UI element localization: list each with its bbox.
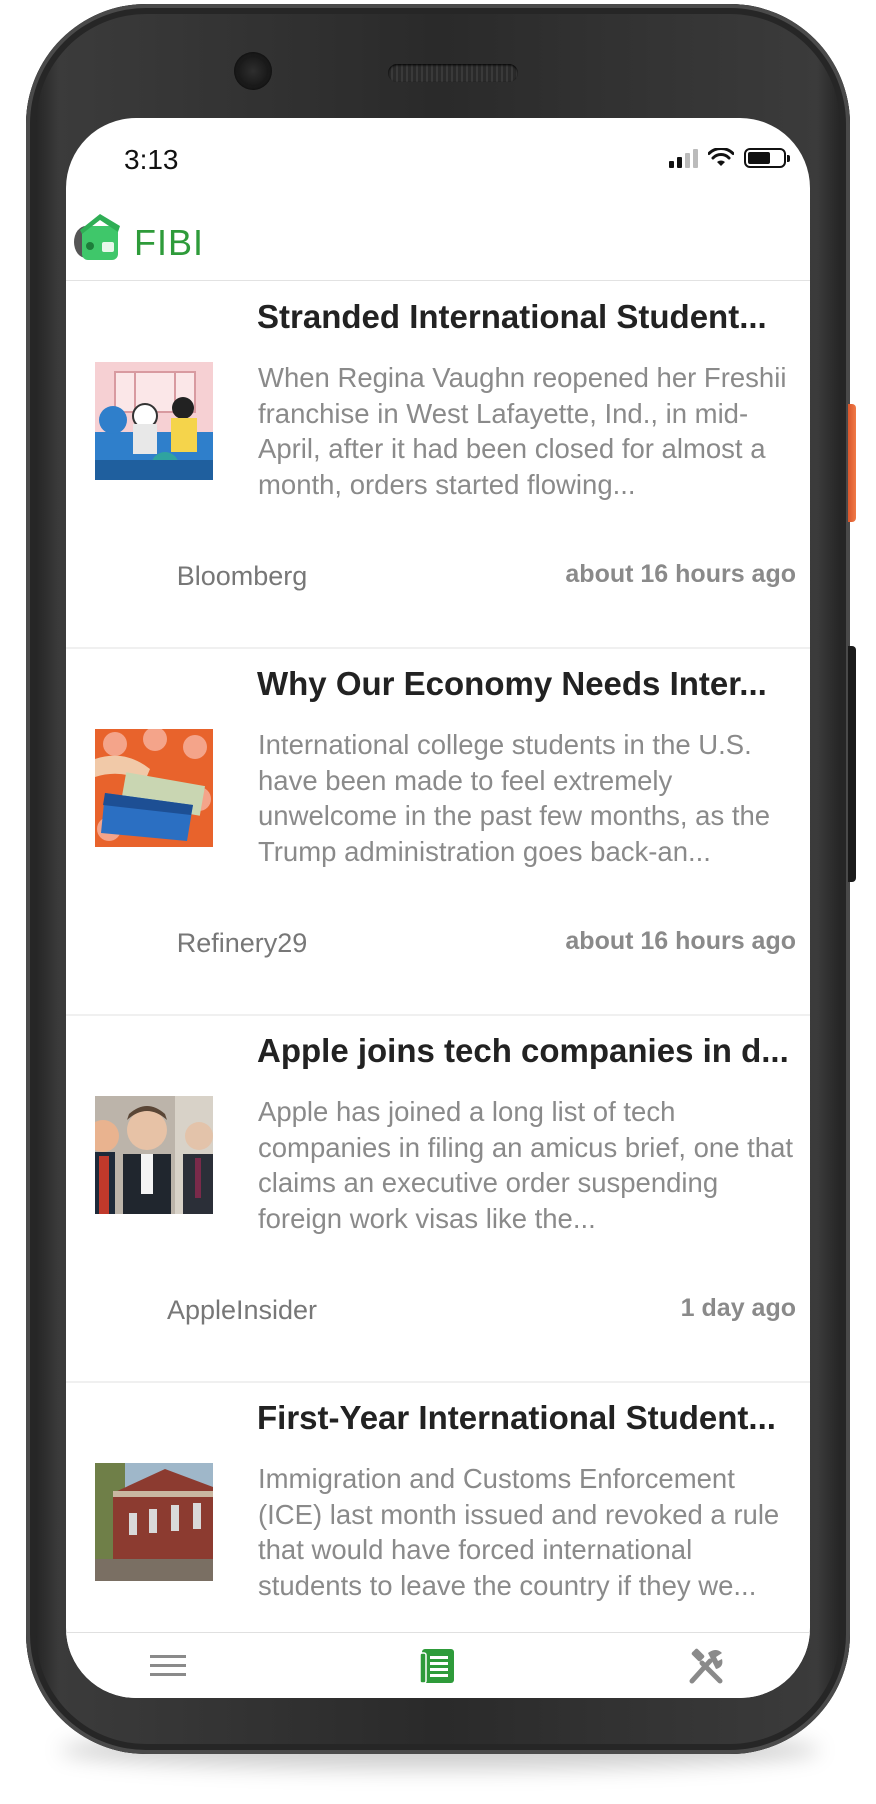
battery-icon — [744, 148, 790, 168]
status-icons — [669, 148, 790, 168]
tab-menu[interactable] — [138, 1641, 198, 1691]
news-title[interactable]: Why Our Economy Needs Inter... — [257, 665, 805, 703]
bottom-tab-bar — [66, 1632, 810, 1698]
news-list[interactable]: Stranded International Student... When R… — [66, 282, 810, 1698]
news-source: Bloomberg — [176, 561, 308, 591]
news-thumbnail-men-in-suits — [95, 1096, 213, 1214]
news-time: 1 day ago — [680, 1294, 796, 1322]
side-button-orange — [848, 404, 856, 522]
side-button-dark — [848, 646, 856, 882]
wifi-icon — [708, 148, 734, 166]
phone-screen: 3:13 FIBI Stranded International Student… — [66, 118, 810, 1698]
news-title[interactable]: Apple joins tech companies in d... — [257, 1032, 805, 1070]
news-summary: Apple has joined a long list of tech com… — [258, 1096, 794, 1234]
app-header: FIBI — [66, 200, 810, 281]
news-summary: International college students in the U.… — [258, 729, 771, 867]
news-item[interactable]: Apple joins tech companies in d... Apple… — [66, 1016, 810, 1383]
status-time: 3:13 — [124, 144, 179, 175]
cellular-signal-icon — [669, 148, 698, 168]
news-time: about 16 hours ago — [565, 927, 796, 955]
tools-icon — [689, 1648, 723, 1684]
app-title: FIBI — [134, 222, 205, 263]
tab-news[interactable] — [408, 1641, 468, 1691]
front-camera — [234, 52, 272, 90]
menu-icon — [150, 1655, 186, 1676]
news-item[interactable]: Stranded International Student... When R… — [66, 282, 810, 649]
news-title[interactable]: First-Year International Student... — [257, 1399, 805, 1437]
news-summary: Immigration and Customs Enforcement (ICE… — [258, 1463, 780, 1601]
news-source: AppleInsider — [166, 1295, 318, 1325]
news-icon — [420, 1649, 454, 1684]
tab-tools[interactable] — [676, 1641, 736, 1691]
news-thumbnail-wallet — [95, 729, 213, 847]
news-thumbnail-brick-building — [95, 1463, 213, 1581]
news-time: about 16 hours ago — [565, 560, 796, 588]
fibi-logo-icon — [74, 214, 120, 260]
news-summary: When Regina Vaughn reopened her Freshii … — [258, 362, 787, 500]
news-title[interactable]: Stranded International Student... — [257, 298, 805, 336]
news-source: Refinery29 — [176, 928, 308, 958]
news-thumbnail-masked-people — [95, 362, 213, 480]
news-item[interactable]: Why Our Economy Needs Inter... Internati… — [66, 649, 810, 1016]
earpiece-speaker — [388, 64, 518, 82]
